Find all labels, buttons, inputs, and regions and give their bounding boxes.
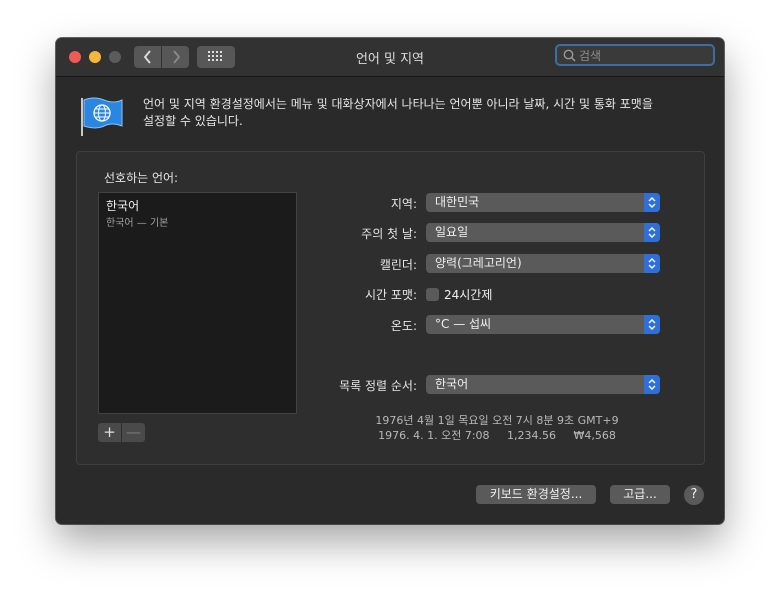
system-preferences-window: 언어 및 지역 언어 및 지역 환경설정에서는 메뉴 및 대화상자에서 나타나는… [56, 38, 724, 524]
temperature-value: °C — 섭씨 [435, 317, 492, 331]
help-button[interactable]: ? [684, 485, 704, 505]
24-hour-checkbox[interactable] [426, 288, 439, 301]
description-line-1: 언어 및 지역 환경설정에서는 메뉴 및 대화상자에서 나타나는 언어뿐 아니라… [143, 97, 653, 111]
language-detail: 한국어 — 기본 [106, 218, 169, 229]
sort-order-value: 한국어 [435, 377, 469, 391]
calendar-value: 양력(그레고리언) [435, 256, 522, 270]
language-name: 한국어 [106, 199, 140, 213]
first-day-value: 일요일 [435, 225, 469, 239]
advanced-button[interactable]: 고급... [610, 485, 670, 504]
search-icon [563, 49, 576, 62]
search-field[interactable] [555, 44, 715, 66]
24-hour-checkbox-label[interactable]: 24시간제 [444, 286, 492, 303]
updown-chevron-icon [644, 223, 660, 242]
sort-order-popup[interactable]: 한국어 [426, 375, 660, 394]
updown-chevron-icon [644, 254, 660, 273]
pane-description: 언어 및 지역 환경설정에서는 메뉴 및 대화상자에서 나타나는 언어뿐 아니라… [143, 96, 683, 130]
updown-chevron-icon [644, 193, 660, 212]
updown-chevron-icon [644, 315, 660, 334]
language-region-flag-icon [80, 96, 124, 140]
format-sample-line-2: 1976. 4. 1. 오전 7:08 1,234.56 ₩4,568 [378, 429, 616, 442]
settings-panel: 선호하는 언어: 한국어 한국어 — 기본 + — 지역: 대한민국 주의 첫 … [76, 151, 705, 465]
calendar-label: 캘린더: [379, 258, 417, 272]
sort-order-label: 목록 정렬 순서: [339, 379, 417, 393]
keyboard-preferences-button[interactable]: 키보드 환경설정... [476, 485, 596, 504]
first-day-label: 주의 첫 날: [361, 227, 417, 241]
temperature-label: 온도: [390, 319, 417, 333]
region-popup[interactable]: 대한민국 [426, 193, 660, 212]
calendar-popup[interactable]: 양력(그레고리언) [426, 254, 660, 273]
updown-chevron-icon [644, 375, 660, 394]
time-format-label: 시간 포맷: [364, 288, 417, 302]
search-input[interactable] [579, 48, 709, 64]
remove-language-button[interactable]: — [122, 423, 145, 442]
temperature-popup[interactable]: °C — 섭씨 [426, 315, 660, 334]
add-language-button[interactable]: + [98, 423, 121, 442]
format-sample-line-1: 1976년 4월 1일 목요일 오전 7시 8분 9초 GMT+9 [375, 414, 619, 427]
preferred-languages-label: 선호하는 언어: [104, 171, 179, 185]
first-day-popup[interactable]: 일요일 [426, 223, 660, 242]
region-value: 대한민국 [435, 195, 480, 209]
titlebar: 언어 및 지역 [56, 38, 724, 77]
description-line-2: 설정할 수 있습니다. [143, 114, 243, 128]
region-label: 지역: [390, 197, 417, 211]
